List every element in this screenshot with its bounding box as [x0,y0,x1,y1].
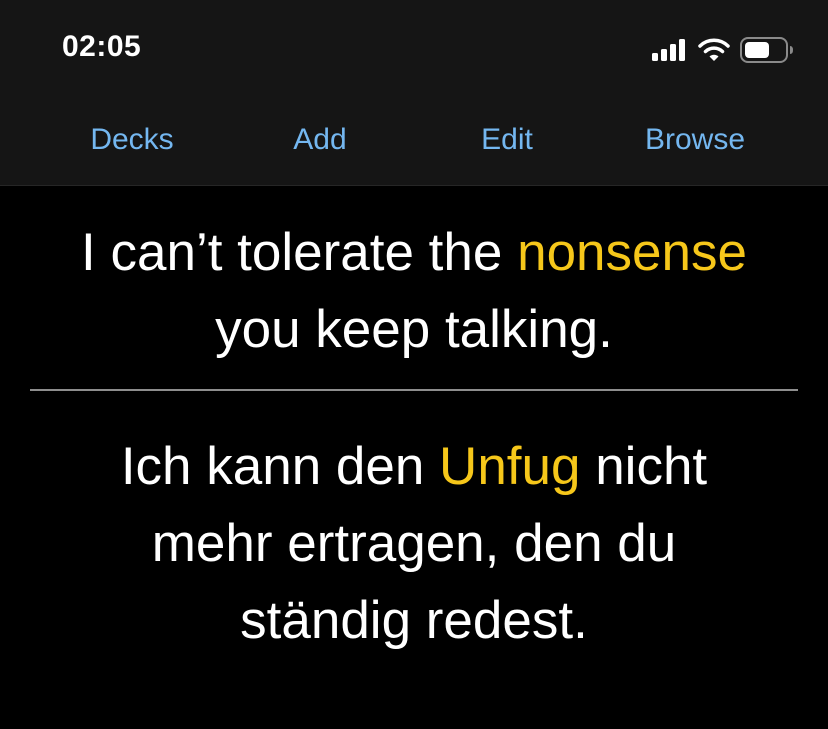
back-highlighted-word: Unfug [439,437,581,496]
flashcard-screen: 02:05 Decks Add Edit Browse I can’t tole… [0,0,828,729]
front-text: I can’t tolerate the [81,223,518,282]
decks-button[interactable]: Decks [42,120,222,160]
browse-button[interactable]: Browse [605,120,785,160]
card-front: I can’t tolerate the nonsense you keep t… [20,214,808,368]
edit-button[interactable]: Edit [417,120,597,160]
card-back: Ich kann den Unfug nicht mehr ertragen, … [20,428,808,659]
wifi-icon [698,38,730,62]
front-line-2: you keep talking. [215,300,613,359]
card-content: I can’t tolerate the nonsense you keep t… [0,186,828,729]
cellular-signal-icon [652,39,688,61]
front-line-1: I can’t tolerate the nonsense [20,214,808,291]
back-line-3: ständig redest. [240,591,588,650]
battery-icon [740,37,794,63]
card-divider [30,389,798,391]
top-bar: 02:05 Decks Add Edit Browse [0,0,828,186]
status-icons [652,36,794,64]
status-time: 02:05 [62,30,142,63]
back-text: Ich kann den [120,437,440,496]
back-line-2: mehr ertragen, den du [151,514,677,573]
add-button[interactable]: Add [230,120,410,160]
toolbar: Decks Add Edit Browse [0,120,828,164]
back-line-1: Ich kann den Unfug nicht [20,428,808,505]
front-highlighted-word: nonsense [517,223,747,282]
back-text-continued: nicht [580,437,708,496]
